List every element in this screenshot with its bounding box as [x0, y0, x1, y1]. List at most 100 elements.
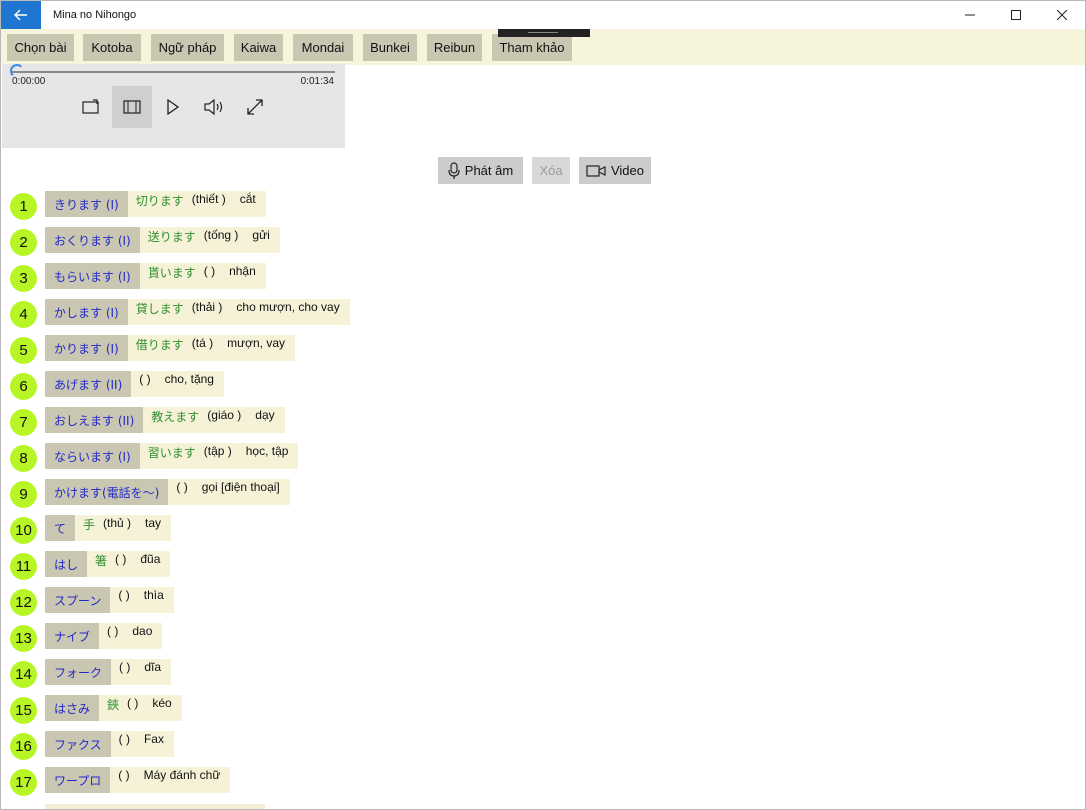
vocab-row[interactable]: 2 おくります (I) 送ります (tống ) gửi [1, 223, 701, 256]
vocab-entry: ナイブ ( ) dao [45, 623, 163, 649]
meaning: gửi [252, 228, 270, 242]
row-number: 7 [10, 409, 37, 436]
time-total: 0:01:34 [300, 76, 334, 87]
han-viet: ( ) [127, 696, 139, 710]
kana-word[interactable]: スプーン [45, 587, 111, 613]
vocab-entry: かします (I) 貸します (thải ) cho mượn, cho vay [45, 299, 350, 325]
vocab-row[interactable]: 7 おしえます (II) 教えます (giáo ) dạy [1, 403, 701, 436]
tab-mondai[interactable]: Mondai [293, 34, 353, 61]
vocab-row[interactable]: 12 スプーン ( ) thìa [1, 583, 701, 616]
han-viet: (thiết ) [191, 192, 226, 206]
vocab-row[interactable]: 9 かけます(電話を～) ( ) gọi [điện thoại] [1, 475, 701, 508]
han-viet: ( ) [203, 264, 216, 278]
app-window: Mina no Nihongo Chọn bài Kotoba Ngữ pháp… [0, 0, 1086, 810]
title-bar: Mina no Nihongo [1, 1, 1085, 29]
row-number: 11 [10, 553, 37, 580]
han-viet: ( ) [176, 480, 188, 494]
meaning: nhận [229, 264, 256, 278]
kana-word[interactable]: もらいます (I) [45, 263, 140, 289]
kana-word[interactable]: かけます(電話を～) [45, 479, 169, 505]
row-number: 9 [10, 481, 37, 508]
minimize-button[interactable] [947, 1, 993, 29]
kana-word[interactable]: かします (I) [45, 299, 128, 325]
tab-kaiwa[interactable]: Kaiwa [234, 34, 283, 61]
next-row-peek [45, 804, 265, 809]
vocab-entry: て 手 (thủ ) tay [45, 515, 172, 541]
fullscreen-button[interactable] [235, 86, 275, 128]
close-button[interactable] [1039, 1, 1085, 29]
kana-word[interactable]: て [45, 515, 76, 541]
window-title: Mina no Nihongo [53, 9, 137, 21]
volume-button[interactable] [194, 86, 234, 128]
kana-word[interactable]: かります (I) [45, 335, 128, 361]
vocab-entry: あげます (II) ( ) cho, tặng [45, 371, 224, 397]
kana-word[interactable]: ファクス [45, 731, 111, 757]
vocab-row[interactable]: 8 ならいます (I) 習います (tập ) học, tập [1, 439, 701, 472]
media-player: 0:00:00 0:01:34 [2, 64, 345, 148]
maximize-button[interactable] [993, 1, 1039, 29]
kanji-word: 貰います [147, 266, 196, 280]
kanji-word: 借ります [135, 338, 184, 352]
record-button[interactable]: Phát âm [438, 157, 523, 184]
drag-handle[interactable] [498, 29, 590, 37]
vocab-row[interactable]: 4 かします (I) 貸します (thải ) cho mượn, cho va… [1, 295, 701, 328]
cast-button[interactable] [71, 86, 111, 128]
kana-word[interactable]: ならいます (I) [45, 443, 140, 469]
tab-bunkei[interactable]: Bunkei [363, 34, 417, 61]
arrow-left-icon [14, 9, 27, 21]
tab-ngu-phap[interactable]: Ngữ pháp [151, 34, 224, 61]
microphone-icon [448, 161, 460, 179]
video-button[interactable]: Video [579, 157, 651, 184]
meaning: dao [132, 624, 153, 638]
kana-word[interactable]: おしえます (II) [45, 407, 144, 433]
kanji-word: 箸 [95, 554, 108, 568]
kana-word[interactable]: フォーク [45, 659, 112, 685]
kana-word[interactable]: はし [45, 551, 88, 577]
vocab-row[interactable]: 15 はさみ 鋏 ( ) kéo [1, 691, 701, 724]
vocab-entry: おくります (I) 送ります (tống ) gửi [45, 227, 280, 253]
vocab-entry: はし 箸 ( ) đũa [45, 551, 171, 577]
video-camera-icon [586, 164, 606, 177]
vocab-row[interactable]: 14 フォーク ( ) dĩa [1, 655, 701, 688]
back-button[interactable] [1, 1, 41, 29]
meaning: dạy [255, 408, 275, 422]
vocab-row[interactable]: 17 ワープロ ( ) Máy đánh chữ [1, 763, 701, 796]
kanji-word: 切ります [135, 194, 184, 208]
vocab-row[interactable]: 13 ナイブ ( ) dao [1, 619, 701, 652]
play-button[interactable] [153, 86, 193, 128]
vocab-entry: スプーン ( ) thìa [45, 587, 174, 613]
meaning: cho, tặng [164, 372, 214, 386]
vocab-row[interactable]: 5 かります (I) 借ります (tá ) mượn, vay [1, 331, 701, 364]
vocab-row[interactable]: 16 ファクス ( ) Fax [1, 727, 701, 760]
aspect-ratio-button[interactable] [112, 86, 152, 128]
han-viet: ( ) [119, 660, 131, 674]
kana-word[interactable]: おくります (I) [45, 227, 140, 253]
kanji-word: 手 [83, 518, 96, 532]
vocab-row[interactable]: 3 もらいます (I) 貰います ( ) nhận [1, 259, 701, 292]
kana-word[interactable]: ワープロ [45, 767, 111, 793]
kanji-word: 貸します [135, 302, 184, 316]
han-viet: (thải ) [191, 300, 223, 314]
tab-strip: Chọn bài Kotoba Ngữ pháp Kaiwa Mondai Bu… [1, 29, 1085, 65]
play-icon [167, 99, 180, 115]
delete-button[interactable]: Xóa [532, 157, 570, 184]
meaning: cắt [239, 192, 256, 206]
tab-kotoba[interactable]: Kotoba [83, 34, 141, 61]
vocab-row[interactable]: 10 て 手 (thủ ) tay [1, 511, 701, 544]
kanji-word: 習います [147, 446, 196, 460]
kana-word[interactable]: ナイブ [45, 623, 100, 649]
vocab-row[interactable]: 11 はし 箸 ( ) đũa [1, 547, 701, 580]
kanji-word: 鋏 [107, 698, 120, 712]
kana-word[interactable]: きります (I) [45, 191, 128, 217]
vocab-entry: かけます(電話を～) ( ) gọi [điện thoại] [45, 479, 290, 505]
kana-word[interactable]: はさみ [45, 695, 100, 721]
vocab-row[interactable]: 6 あげます (II) ( ) cho, tặng [1, 367, 701, 400]
kana-word[interactable]: あげます (II) [45, 371, 132, 397]
tab-tham-khao[interactable]: Tham khảo [492, 34, 572, 61]
vocab-row[interactable]: 1 きります (I) 切ります (thiết ) cắt [1, 187, 701, 220]
tab-chon-bai[interactable]: Chọn bài [7, 34, 74, 61]
seek-bar[interactable] [12, 71, 335, 73]
meaning: thìa [143, 588, 164, 602]
close-icon [1057, 10, 1067, 20]
tab-reibun[interactable]: Reibun [427, 34, 482, 61]
